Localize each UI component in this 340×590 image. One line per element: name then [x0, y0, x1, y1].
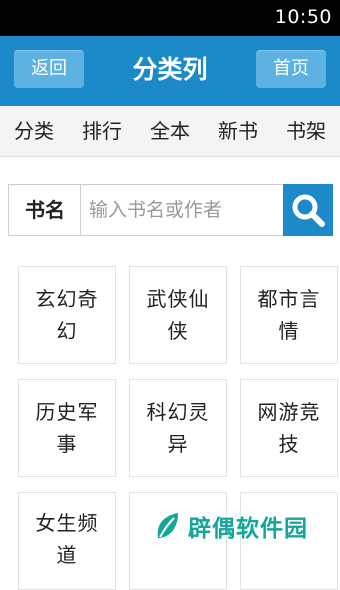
category-label: 都市言情	[257, 287, 321, 343]
category-tile-urban[interactable]: 都市言情	[240, 266, 338, 364]
page-title: 分类列	[132, 55, 208, 84]
search-button[interactable]	[283, 184, 333, 236]
category-tile-scifi[interactable]: 科幻灵异	[129, 379, 227, 477]
category-tile-wuxia[interactable]: 武侠仙侠	[129, 266, 227, 364]
search-bar: 书名	[8, 184, 333, 236]
nav-item-complete[interactable]: 全本	[140, 106, 200, 156]
category-label: 历史军事	[35, 400, 99, 456]
search-icon	[292, 194, 325, 227]
nav-item-ranking[interactable]: 排行	[72, 106, 132, 156]
category-label: 女生频道	[35, 511, 99, 567]
category-label: 科幻灵异	[146, 400, 210, 456]
leaf-logo-icon	[157, 513, 178, 538]
category-label: 网游竞技	[257, 400, 321, 456]
search-input[interactable]	[80, 184, 292, 236]
category-tile-history[interactable]: 历史军事	[18, 379, 116, 477]
status-bar: 10:50	[0, 0, 340, 36]
top-nav: 分类 排行 全本 新书 书架	[0, 106, 340, 157]
category-tile-gaming[interactable]: 网游竞技	[240, 379, 338, 477]
nav-item-category[interactable]: 分类	[4, 106, 64, 156]
app-header: 返回 分类列 首页	[0, 36, 340, 106]
search-field-label: 书名	[8, 184, 81, 236]
nav-item-bookshelf[interactable]: 书架	[276, 106, 336, 156]
category-tile-xuanhuan[interactable]: 玄幻奇幻	[18, 266, 116, 364]
back-button[interactable]: 返回	[14, 50, 84, 88]
watermark: 辟偶软件园	[154, 504, 308, 548]
category-tile-female[interactable]: 女生频道	[18, 492, 116, 590]
category-label: 玄幻奇幻	[35, 287, 99, 343]
category-label: 武侠仙侠	[146, 287, 210, 343]
status-clock: 10:50	[274, 6, 332, 28]
nav-item-new-books[interactable]: 新书	[208, 106, 268, 156]
watermark-text: 辟偶软件园	[188, 516, 308, 542]
home-button[interactable]: 首页	[256, 50, 326, 88]
